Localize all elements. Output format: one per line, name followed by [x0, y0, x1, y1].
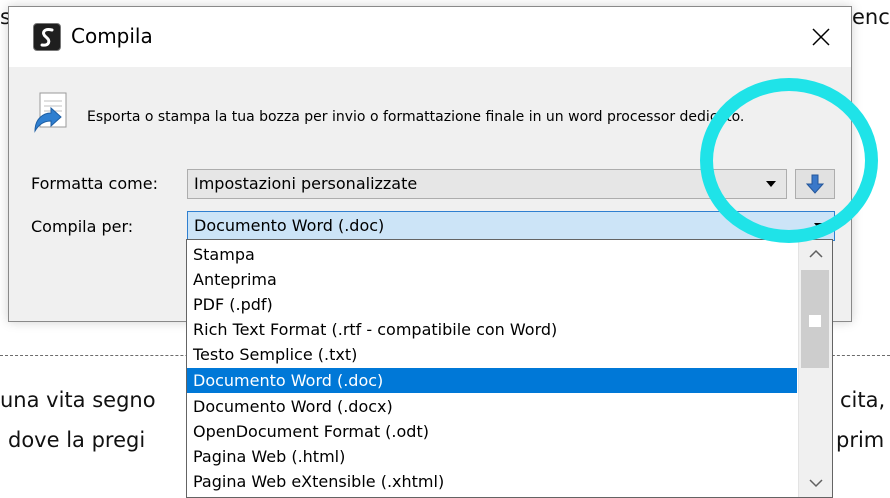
- annotation-circle: [700, 78, 878, 243]
- dialog-titlebar[interactable]: Compila: [9, 7, 851, 67]
- scroll-down-icon: [809, 479, 823, 488]
- bg-text-fragment: cita,: [840, 388, 886, 412]
- scroll-up-icon: [809, 249, 823, 258]
- dropdown-option[interactable]: Stampa: [187, 242, 797, 267]
- dropdown-option[interactable]: Documento Word (.docx): [187, 394, 797, 419]
- bg-text-fragment: prim: [836, 428, 885, 452]
- format-label: Formatta come:: [31, 174, 158, 193]
- format-select-value: Impostazioni personalizzate: [194, 174, 418, 193]
- dropdown-option[interactable]: Testo Semplice (.txt): [187, 342, 797, 367]
- app-scrivener-icon: [33, 23, 61, 51]
- scroll-down-button[interactable]: [799, 471, 832, 495]
- scroll-up-button[interactable]: [799, 242, 832, 266]
- scrollbar-thumb[interactable]: [801, 270, 829, 368]
- compile-for-dropdown-list[interactable]: Stampa Anteprima PDF (.pdf) Rich Text Fo…: [186, 239, 833, 498]
- close-button[interactable]: [791, 7, 851, 67]
- dropdown-option[interactable]: Pagina Web eXtensible (.xhtml): [187, 469, 797, 494]
- dropdown-scrollbar[interactable]: [798, 240, 832, 497]
- bg-text-fragment: enc: [852, 5, 890, 29]
- bg-text-fragment: dove la pregi: [8, 428, 146, 452]
- scrollbar-grip: [809, 315, 821, 327]
- dropdown-option[interactable]: Rich Text Format (.rtf - compatibile con…: [187, 317, 797, 342]
- dropdown-option[interactable]: OpenDocument Format (.odt): [187, 419, 797, 444]
- dialog-description: Esporta o stampa la tua bozza per invio …: [87, 109, 745, 125]
- bg-text-fragment: una vita segno: [0, 388, 156, 412]
- compile-select-value: Documento Word (.doc): [194, 216, 385, 235]
- dropdown-option[interactable]: PDF (.pdf): [187, 292, 797, 317]
- dropdown-option[interactable]: Anteprima: [187, 267, 797, 292]
- format-select[interactable]: Impostazioni personalizzate: [187, 169, 787, 199]
- close-icon: [812, 28, 830, 46]
- export-document-icon: [31, 91, 71, 137]
- dialog-title: Compila: [71, 24, 153, 48]
- dropdown-option[interactable]: Pagina Web (.html): [187, 444, 797, 469]
- dropdown-option-selected[interactable]: Documento Word (.doc): [187, 368, 797, 393]
- compile-label: Compila per:: [31, 217, 134, 236]
